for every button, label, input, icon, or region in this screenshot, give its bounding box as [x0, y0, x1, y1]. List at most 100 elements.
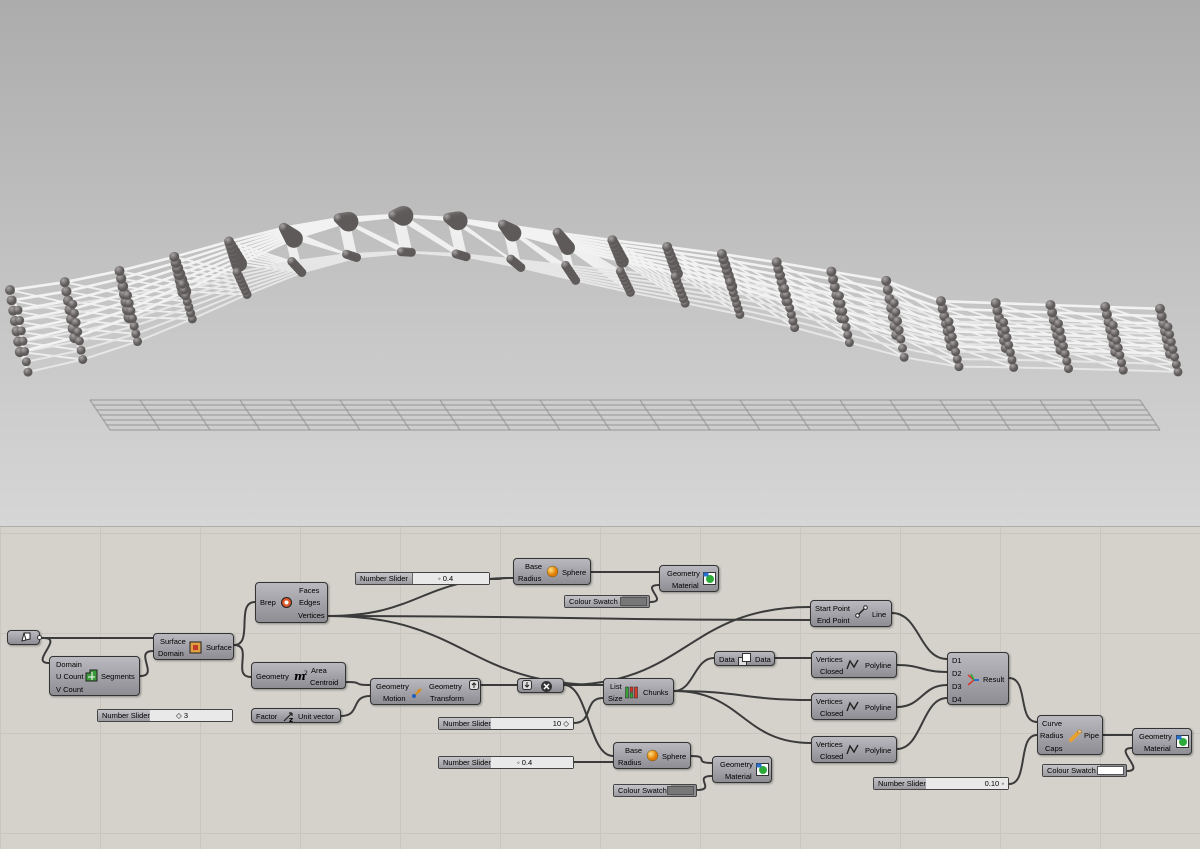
- port-out[interactable]: [37, 635, 42, 640]
- sphere-node: [233, 268, 242, 277]
- sphere-node: [1167, 337, 1176, 346]
- vertices-input-label: Vertices: [816, 740, 843, 749]
- custom-preview-top-node[interactable]: Geometry Material: [659, 565, 719, 592]
- slider-name: Number Slider: [874, 778, 931, 789]
- list-item-node[interactable]: [517, 678, 564, 693]
- number-slider-chunk-size[interactable]: Number Slider 10 ◇: [438, 717, 574, 730]
- domain-input-label: Domain: [56, 660, 82, 669]
- preview-icon: [703, 572, 716, 585]
- wire: [892, 613, 947, 659]
- sphere-node: [1062, 357, 1071, 366]
- slider-grip-icon[interactable]: ◦: [438, 574, 441, 583]
- sphere-node: [342, 250, 351, 259]
- svg-text:2: 2: [304, 670, 308, 677]
- slider-value: 0.4: [443, 574, 453, 583]
- slider-grip-icon[interactable]: ◦: [517, 758, 520, 767]
- surface-node[interactable]: Surface Domain Surface: [153, 633, 234, 660]
- pipe-strut: [1107, 314, 1162, 316]
- domain-output-label: Domain: [158, 649, 184, 658]
- polyline-node-2[interactable]: Vertices Closed Polyline: [811, 693, 897, 720]
- wire: [897, 685, 947, 707]
- sphere-node: [837, 299, 846, 308]
- merge-node[interactable]: D1 D2 D3 D4 Result: [947, 652, 1009, 705]
- sphere-node: [891, 308, 900, 317]
- sphere-node: [725, 278, 734, 287]
- sphere-node: [5, 285, 15, 295]
- polyline-node-3[interactable]: Vertices Closed Polyline: [811, 736, 897, 763]
- slider-track[interactable]: 0.10 ◦: [926, 778, 1008, 789]
- u-count-input-label: U Count: [56, 672, 84, 681]
- grasshopper-canvas[interactable]: Brep Faces Edges Vertices Surface Domain…: [0, 526, 1200, 849]
- slider-track[interactable]: ◇ 3: [150, 710, 232, 721]
- vertices-input-label: Vertices: [816, 697, 843, 706]
- slider-track[interactable]: 10 ◇: [491, 718, 573, 729]
- polyline-node-1[interactable]: Vertices Closed Polyline: [811, 651, 897, 678]
- sphere-node: [279, 223, 289, 233]
- pipe-strut: [1123, 370, 1178, 372]
- slider-track[interactable]: ◦ 0.4: [491, 757, 573, 768]
- sphere-node: [7, 295, 17, 305]
- pipe-node[interactable]: Curve Radius Caps Pipe: [1037, 715, 1103, 755]
- deconstruct-brep-node[interactable]: Brep Faces Edges Vertices: [255, 582, 328, 623]
- sphere-node: [1114, 343, 1123, 352]
- pipe-strut: [1122, 363, 1177, 365]
- unit-z-icon: z: [282, 710, 295, 723]
- sphere-icon: [546, 565, 559, 578]
- result-output-label: Result: [983, 675, 1004, 684]
- brep-input-label: Brep: [260, 598, 276, 607]
- sphere-node: [1061, 349, 1070, 358]
- sphere-node: [506, 255, 515, 264]
- colour-swatch-top[interactable]: Colour Swatch: [564, 595, 650, 608]
- slider-grip-icon[interactable]: ◦: [1001, 779, 1004, 788]
- wire: [650, 585, 659, 602]
- number-slider-radius-top[interactable]: Number Slider ◦ 0.4: [355, 572, 490, 585]
- sphere-node: [1110, 328, 1119, 337]
- pipe-strut: [28, 359, 83, 372]
- sphere-node: [881, 276, 891, 286]
- number-slider-factor[interactable]: Number Slider ◇ 3: [97, 709, 233, 722]
- number-slider-pipe-radius[interactable]: Number Slider 0.10 ◦: [873, 777, 1009, 790]
- sphere-node: [553, 228, 563, 238]
- swatch-name: Colour Swatch: [565, 596, 622, 607]
- sphere-node: [607, 235, 617, 245]
- sphere-node: [951, 347, 960, 356]
- data-node[interactable]: Data Data: [714, 651, 775, 666]
- sphere-node: [900, 353, 909, 362]
- sphere-node: [169, 252, 179, 262]
- slider-grip-icon[interactable]: ◇: [563, 719, 569, 728]
- slider-track[interactable]: ◦ 0.4: [413, 573, 489, 584]
- custom-preview-right-node[interactable]: Geometry Material: [1132, 728, 1192, 755]
- sphere-node: [61, 286, 71, 296]
- colour-swatch-right[interactable]: Colour Swatch: [1042, 764, 1127, 777]
- sphere-node: [1056, 327, 1065, 336]
- rhino-viewport[interactable]: [0, 0, 1200, 526]
- number-slider-radius-bottom[interactable]: Number Slider ◦ 0.4: [438, 756, 574, 769]
- pipe-strut: [941, 301, 996, 303]
- chunks-node[interactable]: List Size Chunks: [603, 678, 674, 705]
- swatch-colour[interactable]: [667, 786, 694, 795]
- sphere-top-node[interactable]: Base Radius Sphere: [513, 558, 591, 585]
- pipe-strut: [1067, 361, 1122, 363]
- line-node[interactable]: Start Point End Point Line: [810, 600, 892, 627]
- line-output-label: Line: [872, 610, 886, 619]
- data-icon: [738, 653, 751, 666]
- divide-domain-node[interactable]: Domain U Count V Count Segments: [49, 656, 140, 696]
- unit-vector-node[interactable]: Factor z Unit vector: [251, 708, 341, 723]
- wire: [234, 645, 251, 677]
- sphere-node: [19, 337, 28, 346]
- sphere-bottom-node[interactable]: Base Radius Sphere: [613, 742, 691, 769]
- slider-grip-icon[interactable]: ◇: [176, 711, 182, 720]
- sphere-node: [826, 267, 836, 277]
- brep-parameter[interactable]: [7, 630, 40, 645]
- move-node[interactable]: Geometry Motion Geometry Transform: [370, 678, 481, 705]
- pipe-strut: [956, 352, 1011, 353]
- colour-swatch-bottom[interactable]: Colour Swatch: [613, 784, 697, 797]
- area-node[interactable]: Geometry m2 Area Centroid: [251, 662, 346, 689]
- base-input-label: Base: [525, 562, 542, 571]
- sphere-node: [890, 299, 899, 308]
- swatch-colour[interactable]: [620, 597, 647, 606]
- custom-preview-bottom-node[interactable]: Geometry Material: [712, 756, 772, 783]
- sphere-nodes: [5, 206, 1183, 377]
- sphere-node: [115, 266, 125, 276]
- swatch-colour[interactable]: [1097, 766, 1124, 775]
